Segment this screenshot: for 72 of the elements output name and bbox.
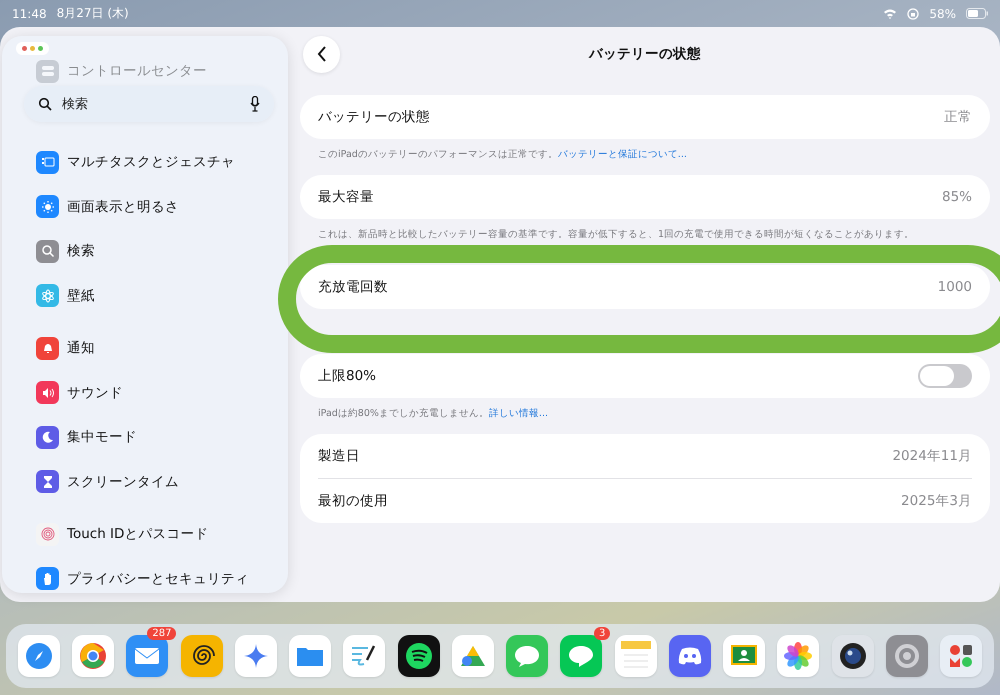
sidebar-item[interactable]: 検索 xyxy=(24,229,274,274)
sidebar-item[interactable]: マルチタスクとジェスチャ xyxy=(24,140,274,184)
messenger-app-icon[interactable] xyxy=(560,635,602,677)
search-field[interactable]: 検索 xyxy=(60,96,242,112)
row-value: 85% xyxy=(942,189,972,205)
pinwheel-app-icon[interactable] xyxy=(777,635,820,677)
toggle-switch[interactable] xyxy=(918,364,972,388)
row-value: 1000 xyxy=(938,279,972,295)
classroom-board-app-icon[interactable] xyxy=(723,635,766,677)
row-value: 正常 xyxy=(944,108,972,126)
switches-icon xyxy=(36,60,59,82)
moon-icon xyxy=(36,426,59,449)
flower-icon xyxy=(36,284,59,308)
sidebar-item[interactable]: プライバシーとセキュリティ xyxy=(24,556,274,593)
row-label: 充放電回数 xyxy=(318,278,388,296)
pen-app-icon[interactable] xyxy=(343,635,386,677)
triangle-app-icon[interactable] xyxy=(452,635,494,677)
row-label: 最初の使用 xyxy=(318,492,388,510)
notification-badge: 287 xyxy=(147,627,176,640)
sun-icon xyxy=(36,195,59,218)
sidebar-item[interactable]: 集中モード xyxy=(24,415,274,460)
sidebar-item[interactable]: サウンド xyxy=(24,370,274,415)
info-link[interactable]: 詳しい情報... xyxy=(488,408,548,419)
row-label: バッテリーの状態 xyxy=(318,108,430,126)
wifi-icon xyxy=(883,8,898,19)
envelope-icon xyxy=(134,647,160,665)
sidebar-item[interactable]: スクリーンタイム xyxy=(24,460,274,504)
battery-icon xyxy=(966,8,988,19)
compass-app-icon[interactable] xyxy=(18,635,60,677)
page-title: バッテリーの状態 xyxy=(589,45,701,63)
chat-bubble-app-icon[interactable] xyxy=(506,635,548,677)
speech-bubble-icon xyxy=(567,644,596,668)
folder-app-icon[interactable] xyxy=(289,635,332,677)
row-label: 製造日 xyxy=(318,447,360,465)
battery-percentage: 58% xyxy=(929,6,956,20)
info-link[interactable]: バッテリーと保証について... xyxy=(558,149,687,160)
status-time: 11:48 xyxy=(12,6,47,20)
row-label: 最大容量 xyxy=(318,188,374,206)
sidebar-item[interactable]: Touch IDとパスコード xyxy=(24,512,274,556)
sidebar-item[interactable]: 通知 xyxy=(24,326,274,370)
fingerprint-icon xyxy=(36,522,59,546)
back-button[interactable] xyxy=(303,36,340,72)
spiral-app-icon[interactable] xyxy=(180,635,223,677)
microphone-icon[interactable] xyxy=(250,96,260,112)
notification-badge: 3 xyxy=(594,627,610,640)
hourglass-icon xyxy=(36,470,59,494)
search-icon xyxy=(38,97,52,111)
gear-icon[interactable] xyxy=(886,635,928,677)
camera-lens-app-icon[interactable] xyxy=(832,635,874,677)
game-controller-app-icon[interactable] xyxy=(668,635,711,677)
speaker-icon xyxy=(36,381,59,404)
hand-icon xyxy=(36,567,59,590)
mail-app-icon[interactable] xyxy=(126,635,168,677)
search-icon xyxy=(36,240,59,263)
screens-icon xyxy=(36,150,59,174)
row-label: 上限80% xyxy=(318,367,376,385)
footnote-text: iPadは約80%までしか充電しません。詳しい情報... xyxy=(317,407,549,421)
chevron-left-icon xyxy=(316,46,326,62)
sidebar-item[interactable]: 壁紙 xyxy=(24,274,274,318)
row-value: 2024年11月 xyxy=(892,447,972,465)
row-value: 2025年3月 xyxy=(901,492,972,510)
window-controls-icon[interactable] xyxy=(16,42,49,55)
app-folder-icon[interactable] xyxy=(940,635,982,677)
circle-logo-app-icon[interactable] xyxy=(72,635,114,677)
sparkle-app-icon[interactable] xyxy=(234,635,277,677)
bell-icon xyxy=(36,336,59,360)
status-date: 8月27日 (木) xyxy=(56,5,129,22)
search-bar[interactable]: 検索 xyxy=(24,86,274,122)
sound-waves-app-icon[interactable] xyxy=(398,635,440,677)
footnote-text: これは、新品時と比較したバッテリー容量の基準です。容量が低下すると、1回の充電で使用できる時間が短くなることがあります。 xyxy=(317,228,916,242)
footnote-text: このiPadのバッテリーのパフォーマンスは正常です。バッテリーと保証について... xyxy=(317,148,688,162)
sidebar-item[interactable]: 画面表示と明るさ xyxy=(24,184,274,229)
